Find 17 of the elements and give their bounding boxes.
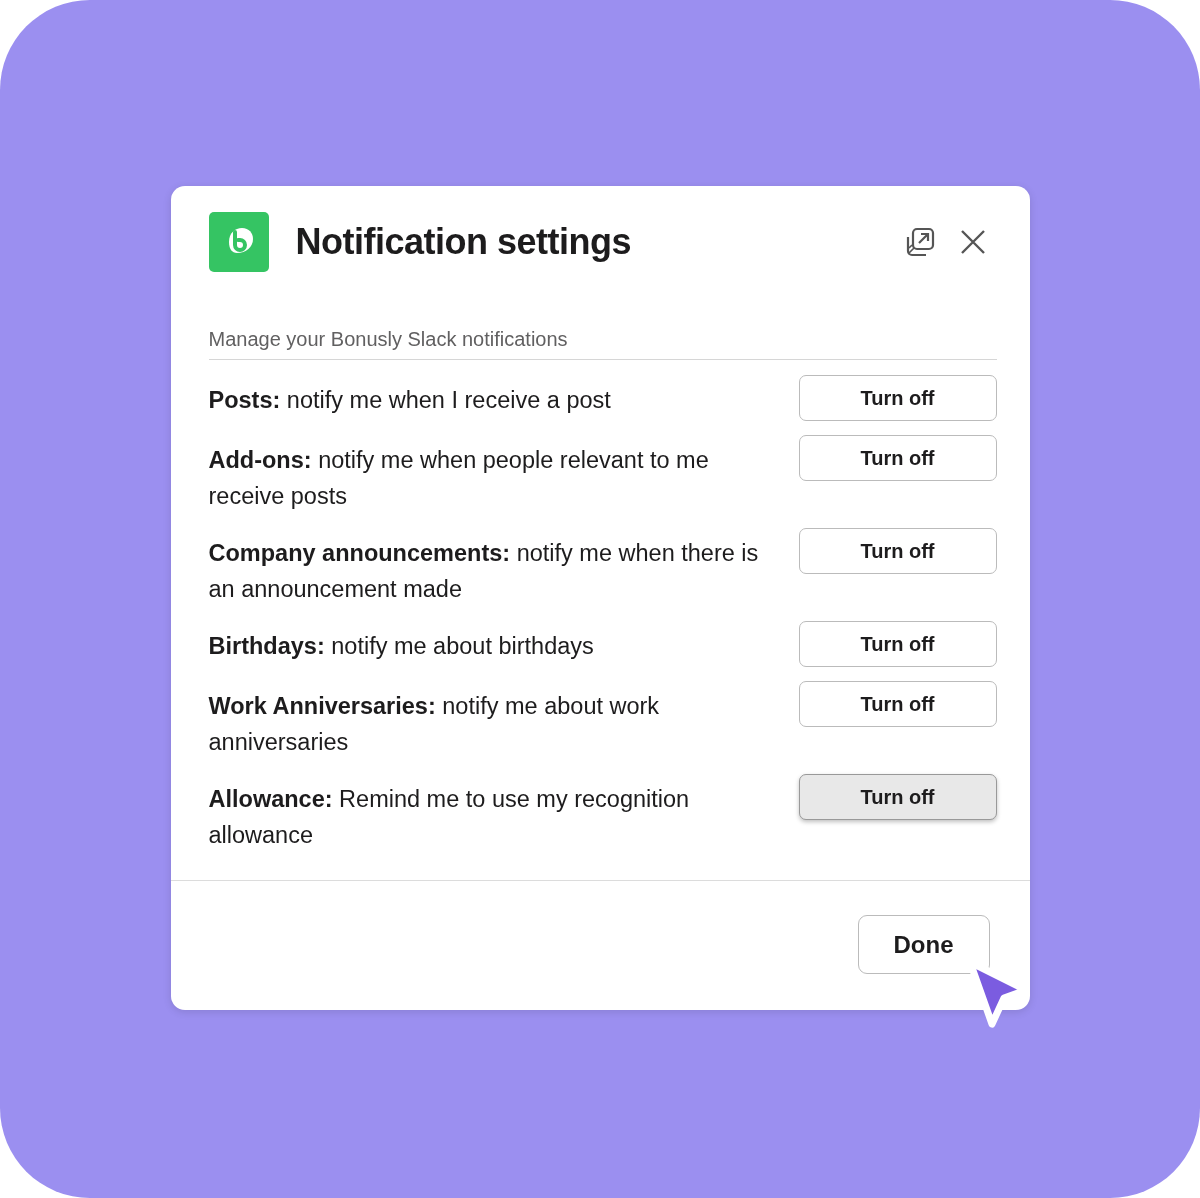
turn-off-button[interactable]: Turn off — [798, 528, 997, 574]
done-button[interactable]: Done — [857, 915, 990, 974]
setting-description: Birthdays: notify me about birthdays — [208, 632, 595, 661]
dialog-subtitle: Manage your Bonusly Slack notifications — [208, 328, 997, 360]
turn-off-button[interactable]: Turn off — [798, 774, 997, 820]
dialog-title: Notification settings — [295, 221, 632, 263]
turn-off-button[interactable]: Turn off — [798, 375, 997, 421]
turn-off-button[interactable]: Turn off — [798, 681, 997, 727]
setting-description: Posts: notify me when I receive a post — [208, 386, 612, 415]
setting-description: Add-ons: notify me when people relevant to me receive posts — [208, 446, 710, 511]
setting-description: Allowance: Remind me to use my recognition allowance — [208, 785, 691, 850]
setting-description: Company announcements: notify me when there is an announcement made — [208, 539, 760, 604]
close-icon[interactable] — [959, 229, 986, 255]
setting-description: Work Anniversaries: notify me about work anniversaries — [208, 692, 661, 757]
turn-off-button[interactable]: Turn off — [798, 621, 997, 667]
turn-off-button[interactable]: Turn off — [798, 435, 997, 481]
app-logo-icon — [208, 212, 269, 272]
